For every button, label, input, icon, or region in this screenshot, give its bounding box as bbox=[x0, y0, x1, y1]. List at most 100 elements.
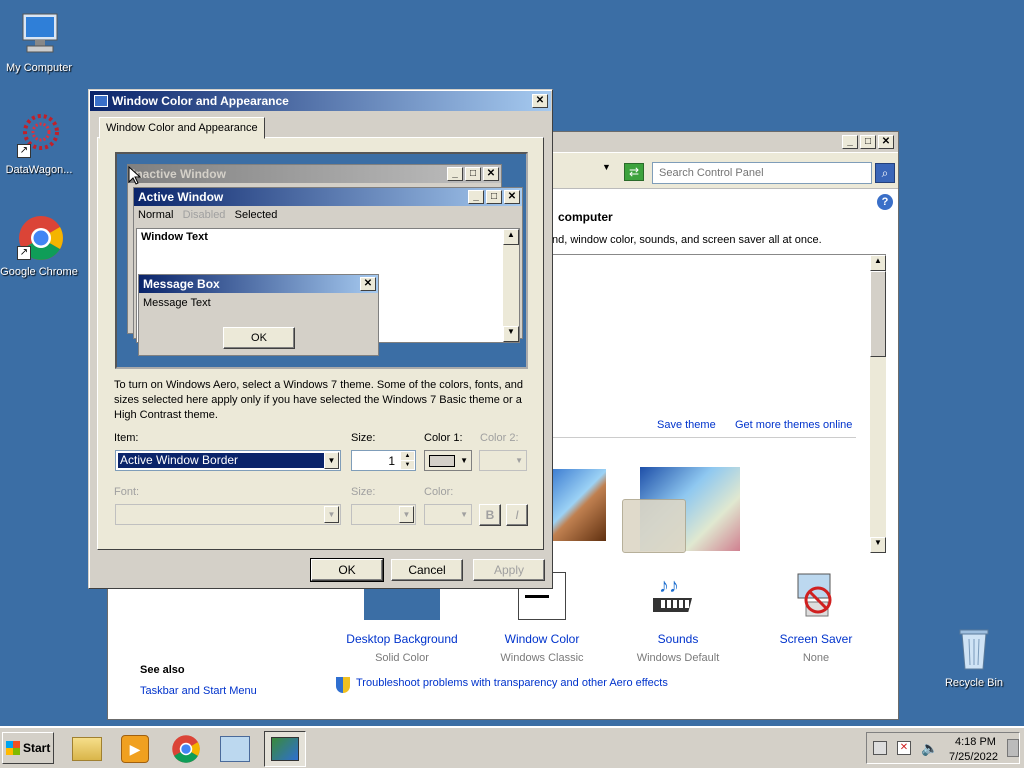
shortcut-arrow-icon: ↗ bbox=[17, 144, 31, 158]
desktop-icon-label: Recycle Bin bbox=[944, 677, 1004, 689]
minimize-button[interactable]: _ bbox=[842, 135, 858, 149]
theme-thumbnail[interactable] bbox=[550, 469, 606, 541]
tab-window-color[interactable]: Window Color and Appearance bbox=[99, 117, 265, 139]
italic-button[interactable]: I bbox=[506, 504, 528, 526]
preview-msgbox-ok-button: OK bbox=[223, 327, 295, 349]
troubleshoot-link[interactable]: Troubleshoot problems with transparency … bbox=[356, 677, 668, 689]
network-icon[interactable] bbox=[873, 741, 887, 755]
font-color-picker[interactable]: ▼ bbox=[424, 504, 472, 525]
aero-info-text: To turn on Windows Aero, select a Window… bbox=[114, 379, 524, 421]
help-icon[interactable]: ? bbox=[877, 194, 893, 210]
maximize-icon: □ bbox=[465, 167, 481, 181]
item-select[interactable]: Active Window Border ▼ bbox=[115, 450, 341, 471]
desktop-icon-label: Google Chrome bbox=[0, 266, 78, 278]
size-value: 1 bbox=[388, 454, 395, 468]
size-label: Size: bbox=[351, 432, 376, 444]
sounds-item[interactable]: ♪♪ Sounds Windows Default bbox=[620, 572, 736, 664]
maximize-icon: □ bbox=[486, 190, 502, 204]
sounds-icon: ♪♪ bbox=[646, 572, 703, 620]
menu-normal: Normal bbox=[138, 209, 174, 221]
maximize-button[interactable]: □ bbox=[860, 135, 876, 149]
preview-area[interactable]: Inactive Window _ □ ✕ Active Window _ □ ✕ No… bbox=[115, 152, 528, 369]
address-dropdown-arrow[interactable]: ▼ bbox=[602, 162, 611, 172]
preview-msgbox-text: Message Text bbox=[143, 297, 211, 309]
taskbar-explorer[interactable] bbox=[66, 731, 108, 767]
desktop-icon-datawagon[interactable]: ↗ DataWagon... bbox=[0, 112, 78, 176]
window-color-dialog: Window Color and Appearance ✕ Window Col… bbox=[88, 89, 553, 589]
folder-icon bbox=[72, 737, 102, 761]
taskbar-start-menu-link[interactable]: Taskbar and Start Menu bbox=[140, 685, 257, 697]
scroll-up-icon[interactable]: ▲ bbox=[870, 255, 886, 271]
theme-list[interactable]: Save theme Get more themes online ▲ ▼ bbox=[550, 254, 886, 553]
close-icon: ✕ bbox=[483, 167, 499, 181]
get-more-themes-link[interactable]: Get more themes online bbox=[735, 419, 852, 431]
scroll-thumb[interactable] bbox=[870, 271, 886, 357]
page-description: nd, window color, sounds, and screen sav… bbox=[552, 234, 822, 246]
bold-button[interactable]: B bbox=[479, 504, 501, 526]
datawagon-icon: ↗ bbox=[15, 112, 63, 160]
size-stepper[interactable]: 1 ▲ ▼ bbox=[351, 450, 416, 471]
refresh-icon[interactable]: ⇄ bbox=[624, 163, 644, 181]
cancel-button[interactable]: Cancel bbox=[391, 559, 463, 581]
close-button[interactable]: ✕ bbox=[878, 135, 894, 149]
menu-disabled: Disabled bbox=[182, 209, 226, 221]
see-also-heading: See also bbox=[140, 664, 185, 676]
color2-picker[interactable]: ▼ bbox=[479, 450, 527, 471]
chrome-icon bbox=[172, 735, 200, 763]
dialog-app-icon bbox=[94, 95, 108, 107]
action-center-icon[interactable]: ✕ bbox=[897, 741, 911, 755]
apply-button[interactable]: Apply bbox=[473, 559, 545, 581]
search-input[interactable] bbox=[652, 162, 872, 184]
preview-msgbox-title: Message Box bbox=[143, 277, 220, 291]
system-tray: ✕ 🔈 4:18 PM 7/25/2022 bbox=[866, 732, 1020, 764]
stepper-up-icon[interactable]: ▲ bbox=[401, 452, 414, 460]
desktop-icon-my-computer[interactable]: My Computer bbox=[0, 10, 78, 74]
volume-icon[interactable]: 🔈 bbox=[921, 740, 938, 757]
mouse-cursor-icon bbox=[128, 165, 142, 189]
menu-selected: Selected bbox=[234, 209, 278, 221]
dialog-close-button[interactable]: ✕ bbox=[532, 94, 548, 108]
preview-message-box[interactable]: Message Box ✕ Message Text OK bbox=[138, 274, 379, 356]
scroll-down-icon[interactable]: ▼ bbox=[870, 537, 886, 553]
scroll-down-icon: ▼ bbox=[503, 326, 519, 342]
taskbar-media-player[interactable]: ▶ bbox=[114, 731, 156, 767]
clock-date[interactable]: 7/25/2022 bbox=[949, 751, 998, 763]
desktop-icon-recycle-bin[interactable]: Recycle Bin bbox=[935, 625, 1013, 689]
computer-icon bbox=[15, 10, 63, 58]
chrome-icon: ↗ bbox=[15, 214, 63, 262]
clock-time[interactable]: 4:18 PM bbox=[955, 736, 996, 748]
taskbar-chrome[interactable] bbox=[165, 731, 207, 767]
color1-label: Color 1: bbox=[424, 432, 463, 444]
show-desktop-icon[interactable] bbox=[1007, 739, 1019, 757]
ok-button[interactable]: OK bbox=[310, 558, 384, 582]
taskbar-control-panel[interactable] bbox=[214, 731, 256, 767]
font-label: Font: bbox=[114, 486, 140, 498]
preview-inactive-title: Inactive Window bbox=[132, 167, 226, 181]
taskbar-display-settings[interactable] bbox=[264, 731, 306, 767]
chevron-down-icon: ▼ bbox=[460, 510, 468, 519]
screen-saver-item[interactable]: Screen Saver None bbox=[758, 572, 874, 664]
desktop-icon-chrome[interactable]: ↗ Google Chrome bbox=[0, 214, 78, 278]
page-heading: computer bbox=[558, 210, 613, 224]
preview-active-title: Active Window bbox=[138, 190, 224, 204]
search-icon[interactable]: ⌕ bbox=[875, 163, 895, 183]
font-color-label: Color: bbox=[424, 486, 454, 498]
stepper-down-icon[interactable]: ▼ bbox=[401, 461, 414, 469]
shield-icon bbox=[336, 677, 350, 693]
color1-picker[interactable]: ▼ bbox=[424, 450, 472, 471]
chevron-down-icon: ▼ bbox=[460, 456, 468, 465]
font-size-select[interactable]: ▼ bbox=[351, 504, 416, 525]
screen-saver-icon bbox=[792, 572, 840, 620]
item-label: Item: bbox=[114, 432, 139, 444]
save-theme-link[interactable]: Save theme bbox=[657, 419, 716, 431]
theme-list-scrollbar[interactable]: ▲ ▼ bbox=[870, 255, 886, 553]
theme-thumbnail-selected[interactable] bbox=[622, 499, 686, 553]
start-button[interactable]: Start bbox=[2, 732, 54, 764]
control-panel-icon bbox=[220, 736, 250, 762]
chevron-down-icon: ▼ bbox=[515, 456, 523, 465]
dialog-title-bar[interactable]: Window Color and Appearance ✕ bbox=[90, 91, 551, 111]
windows-logo-icon bbox=[6, 741, 20, 755]
shortcut-arrow-icon: ↗ bbox=[17, 246, 31, 260]
dialog-title: Window Color and Appearance bbox=[112, 94, 289, 108]
font-select[interactable]: ▼ bbox=[115, 504, 341, 525]
